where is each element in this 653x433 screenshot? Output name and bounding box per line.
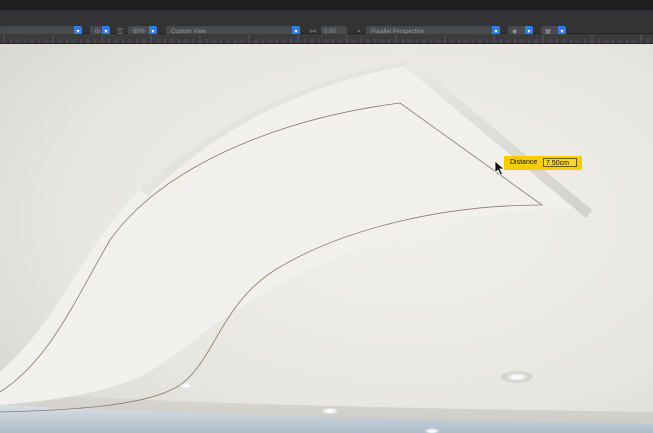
recessed-light [179,383,193,389]
recessed-light [506,373,528,381]
distance-label: Distance [510,159,538,166]
toolbar: ▾ 0r ▾ ⚿ 60% ▾ Custom View ▾ ⚯ 0.00 ◔ Pa… [0,10,653,38]
ceiling-render [0,44,653,433]
3d-viewport[interactable] [0,44,653,433]
distance-input[interactable]: 7.50cm [543,158,577,167]
app-window: ▾ 0r ▾ ⚿ 60% ▾ Custom View ▾ ⚯ 0.00 ◔ Pa… [0,0,653,433]
ruler-ticks [3,35,649,43]
horizontal-ruler[interactable] [0,34,653,44]
recessed-light [321,407,339,415]
distance-tooltip: Distance 7.50cm [504,156,582,170]
title-strip [0,0,653,10]
